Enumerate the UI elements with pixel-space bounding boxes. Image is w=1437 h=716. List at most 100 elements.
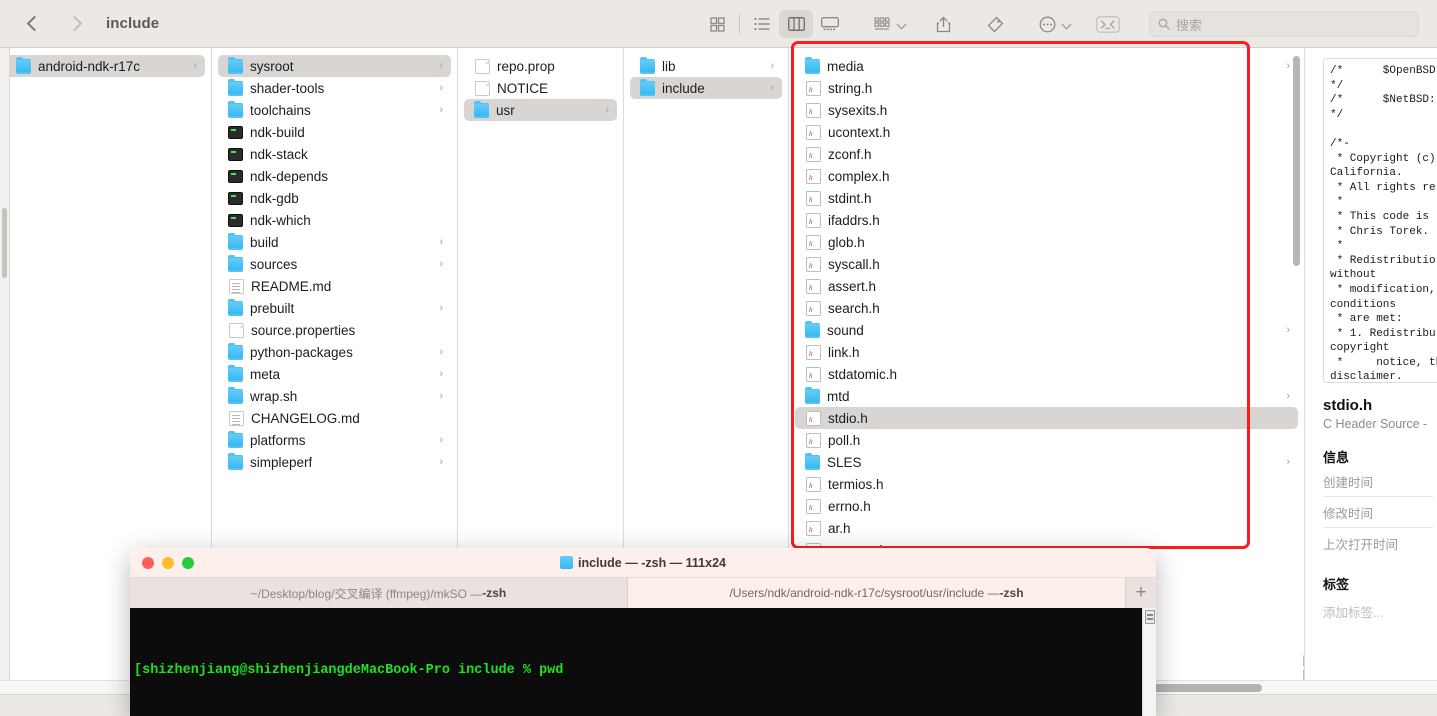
list-item[interactable]: SLES › [795, 451, 1298, 473]
list-item-label: zconf.h [828, 146, 872, 162]
folder-icon [805, 320, 820, 338]
list-item[interactable]: ndk-stack [218, 143, 451, 165]
list-item[interactable]: meta › [218, 363, 451, 385]
terminal-tab-1[interactable]: ~/Desktop/blog/交叉编译 (ffmpeg)/mkSO — -zsh [130, 578, 628, 608]
pane-resize-handle[interactable]: | | [1302, 653, 1312, 681]
list-item[interactable]: h syscall.h [795, 253, 1298, 275]
list-item-label: stdatomic.h [828, 366, 898, 382]
list-item[interactable]: h poll.h [795, 429, 1298, 451]
search-input[interactable]: 搜索 [1149, 11, 1419, 37]
list-item[interactable]: include › [630, 77, 782, 99]
header-file-icon: h [806, 102, 821, 118]
list-item[interactable]: h assert.h [795, 275, 1298, 297]
more-actions-icon[interactable] [1030, 10, 1064, 38]
list-item[interactable]: mtd › [795, 385, 1298, 407]
document-icon [475, 58, 490, 74]
share-icon[interactable] [926, 10, 960, 38]
folder-icon [640, 78, 655, 96]
header-file-icon: h [806, 520, 821, 536]
list-item[interactable]: android-ndk-r17c › [6, 55, 205, 77]
sidebar-scrollbar[interactable] [2, 208, 7, 278]
chevron-right-icon: › [1286, 456, 1290, 468]
group-by-icon[interactable] [865, 10, 899, 38]
list-item[interactable]: media › [795, 55, 1298, 77]
list-item[interactable]: h string.h [795, 77, 1298, 99]
list-item[interactable]: lib › [630, 55, 782, 77]
list-item[interactable]: sound › [795, 319, 1298, 341]
header-file-icon: h [806, 432, 821, 448]
list-item[interactable]: h ucontext.h [795, 121, 1298, 143]
list-item[interactable]: python-packages › [218, 341, 451, 363]
terminal-scroll-thumb[interactable] [1145, 610, 1155, 624]
horizontal-scroll-thumb[interactable] [1152, 684, 1262, 692]
list-item[interactable]: README.md [218, 275, 451, 297]
preview-add-tag[interactable]: 添加标签... [1323, 602, 1437, 621]
terminal-tab-1-label: ~/Desktop/blog/交叉编译 (ffmpeg)/mkSO — [250, 586, 483, 601]
list-item[interactable]: h ar.h [795, 517, 1298, 539]
chevron-right-icon: › [439, 390, 443, 402]
list-item-label: build [250, 234, 279, 250]
list-item[interactable]: toolchains › [218, 99, 451, 121]
list-item[interactable]: sources › [218, 253, 451, 275]
list-view-icon[interactable] [745, 10, 779, 38]
list-item[interactable]: sysroot › [218, 55, 451, 77]
folder-icon [228, 254, 243, 272]
terminal-output[interactable]: [shizhenjiang@shizhenjiangdeMacBook-Pro … [130, 608, 1156, 716]
list-item-label: platforms [250, 432, 306, 448]
list-item[interactable]: ndk-which [218, 209, 451, 231]
terminal-scrollbar[interactable] [1142, 608, 1156, 716]
list-item[interactable]: h stdint.h [795, 187, 1298, 209]
list-item-label: ar.h [828, 520, 851, 536]
list-item[interactable]: simpleperf › [218, 451, 451, 473]
list-item[interactable]: source.properties [218, 319, 451, 341]
list-item[interactable]: ndk-gdb [218, 187, 451, 209]
terminal-tab-2-shell: -zsh [999, 586, 1024, 600]
list-item[interactable]: prebuilt › [218, 297, 451, 319]
folder-icon [228, 78, 243, 96]
list-item[interactable]: h termios.h [795, 473, 1298, 495]
list-item[interactable]: CHANGELOG.md [218, 407, 451, 429]
list-item[interactable]: h link.h [795, 341, 1298, 363]
list-item[interactable]: h stdatomic.h [795, 363, 1298, 385]
list-item[interactable]: repo.prop [464, 55, 617, 77]
column-view-icon[interactable] [779, 10, 813, 38]
list-item[interactable]: usr › [464, 99, 617, 121]
list-item-label: ndk-depends [250, 168, 329, 184]
gallery-view-icon[interactable] [813, 10, 847, 38]
group-by-chevron-down-icon[interactable] [896, 18, 908, 30]
list-item[interactable]: ndk-build [218, 121, 451, 143]
list-item[interactable]: platforms › [218, 429, 451, 451]
list-item[interactable]: NOTICE [464, 77, 617, 99]
list-item-label: ndk-stack [250, 146, 308, 162]
list-item[interactable]: h complex.h [795, 165, 1298, 187]
list-item[interactable]: build › [218, 231, 451, 253]
terminal-titlebar: include — -zsh — 111x24 [130, 548, 1156, 578]
list-item[interactable]: h ifaddrs.h [795, 209, 1298, 231]
list-item[interactable]: h glob.h [795, 231, 1298, 253]
tag-icon[interactable] [978, 10, 1012, 38]
list-item[interactable]: h stdio.h [795, 407, 1298, 429]
back-button[interactable] [24, 15, 42, 33]
list-item[interactable]: h search.h [795, 297, 1298, 319]
folder-icon [228, 232, 243, 250]
list-item-label: ndk-build [250, 124, 305, 140]
list-item-label: link.h [828, 344, 860, 360]
preview-file-name: stdio.h [1323, 397, 1373, 414]
list-item[interactable]: h zconf.h [795, 143, 1298, 165]
column-scrollbar[interactable] [1293, 56, 1300, 266]
chevron-right-icon: › [1286, 390, 1290, 402]
chevron-right-icon: › [439, 302, 443, 314]
folder-icon [228, 342, 243, 360]
terminal-icon[interactable] [1091, 10, 1125, 38]
list-item[interactable]: h errno.h [795, 495, 1298, 517]
list-item-label: README.md [251, 278, 332, 294]
list-item[interactable]: h sysexits.h [795, 99, 1298, 121]
forward-button[interactable] [66, 15, 84, 33]
icon-view-icon[interactable] [700, 10, 734, 38]
list-item[interactable]: wrap.sh › [218, 385, 451, 407]
list-item[interactable]: ndk-depends [218, 165, 451, 187]
terminal-tab-2[interactable]: /Users/ndk/android-ndk-r17c/sysroot/usr/… [628, 578, 1126, 608]
more-actions-chevron-down-icon[interactable] [1061, 18, 1073, 30]
list-item[interactable]: shader-tools › [218, 77, 451, 99]
new-tab-button[interactable]: + [1126, 578, 1156, 608]
